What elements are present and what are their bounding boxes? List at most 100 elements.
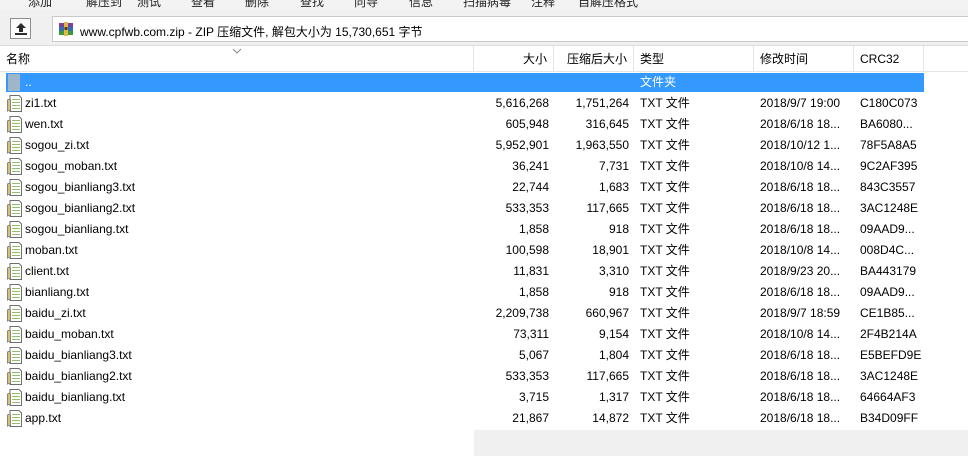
text-file-icon [7, 242, 22, 259]
file-type: TXT 文件 [640, 180, 690, 194]
toolbar-wizard-button[interactable]: 向导 [354, 0, 378, 10]
toolbar-view-button[interactable]: 查看 [191, 0, 215, 10]
file-crc: BA443179 [860, 264, 917, 278]
file-row[interactable]: app.txt 21,867 14,872 TXT 文件 2018/6/18 18...… [0, 408, 968, 429]
file-modified: 2018/9/7 18:59 [760, 306, 841, 320]
file-name: client.txt [25, 264, 70, 278]
text-file-icon [7, 347, 22, 364]
toolbar-test-button[interactable]: 测试 [137, 0, 161, 10]
file-row[interactable]: sogou_bianliang.txt 1,858 918 TXT 文件 2018/6/… [0, 219, 968, 240]
file-row[interactable]: sogou_bianliang2.txt 533,353 117,665 TXT 文件… [0, 198, 968, 219]
file-type: TXT 文件 [640, 243, 690, 257]
file-modified: 2018/6/18 18... [760, 348, 841, 362]
file-size: 100,598 [505, 243, 549, 257]
toolbar-virusscan-button[interactable]: 扫描病毒 [463, 0, 511, 10]
text-file-icon [7, 389, 22, 406]
file-modified: 2018/9/23 20... [760, 264, 841, 278]
toolbar: 添加 解压到 测试 查看 删除 查找 向导 信息 扫描病毒 注释 自解压格式 [0, 0, 968, 10]
toolbar-delete-button[interactable]: 删除 [245, 0, 269, 10]
file-row[interactable]: moban.txt 100,598 18,901 TXT 文件 2018/10/8 14… [0, 240, 968, 261]
file-row[interactable]: client.txt 11,831 3,310 TXT 文件 2018/9/23 20.… [0, 261, 968, 282]
file-row[interactable]: zi1.txt 5,616,268 1,751,264 TXT 文件 2018/9/7 … [0, 93, 968, 114]
file-crc: 2F4B214A [860, 327, 917, 341]
file-size: 21,867 [512, 411, 549, 425]
file-size: 533,353 [505, 369, 549, 383]
file-size: 605,948 [505, 117, 549, 131]
toolbar-sfx-button[interactable]: 自解压格式 [578, 0, 638, 10]
up-folder-button[interactable] [10, 18, 31, 39]
file-row[interactable]: baidu_bianliang.txt 3,715 1,317 TXT 文件 2018/… [0, 387, 968, 408]
path-field[interactable]: www.cpfwb.com.zip - ZIP 压缩文件, 解包大小为 15,7… [52, 16, 968, 42]
file-row[interactable]: sogou_moban.txt 36,241 7,731 TXT 文件 2018/10/… [0, 156, 968, 177]
file-modified: 2018/6/18 18... [760, 201, 841, 215]
file-row[interactable]: wen.txt 605,948 316,645 TXT 文件 2018/6/18 18.… [0, 114, 968, 135]
sort-chevron-icon [232, 48, 242, 54]
column-crc-label: CRC32 [860, 52, 900, 66]
file-modified: 2018/10/8 14... [760, 243, 841, 257]
file-name: sogou_moban.txt [25, 159, 118, 173]
file-name: baidu_bianliang.txt [25, 390, 126, 404]
file-name: app.txt [25, 411, 62, 425]
file-crc: 3AC1248E [860, 369, 919, 383]
archive-path-text: www.cpfwb.com.zip - ZIP 压缩文件, 解包大小为 15,7… [80, 25, 423, 39]
file-packed-size: 918 [608, 222, 629, 236]
file-name: zi1.txt [25, 96, 57, 110]
file-name: wen.txt [25, 117, 64, 131]
file-size: 1,858 [518, 222, 549, 236]
file-row[interactable]: baidu_moban.txt 73,311 9,154 TXT 文件 2018/10/… [0, 324, 968, 345]
text-file-icon [7, 410, 22, 427]
file-row[interactable]: baidu_zi.txt 2,209,738 660,967 TXT 文件 2018/9… [0, 303, 968, 324]
text-file-icon [7, 137, 22, 154]
file-type: TXT 文件 [640, 411, 690, 425]
file-row[interactable]: sogou_zi.txt 5,952,901 1,963,550 TXT 文件 2018… [0, 135, 968, 156]
file-type: TXT 文件 [640, 222, 690, 236]
text-file-icon [7, 284, 22, 301]
archive-icon [59, 22, 73, 36]
parent-folder-type: 文件夹 [640, 75, 677, 89]
file-crc: BA6080... [860, 117, 913, 131]
file-name: bianliang.txt [25, 285, 90, 299]
column-size-label: 大小 [522, 52, 547, 66]
toolbar-find-button[interactable]: 查找 [300, 0, 324, 10]
file-size: 3,715 [518, 390, 549, 404]
file-modified: 2018/6/18 18... [760, 180, 841, 194]
column-type[interactable]: 类型 [634, 46, 754, 72]
file-packed-size: 918 [608, 285, 629, 299]
file-name: sogou_bianliang.txt [25, 222, 129, 236]
file-row[interactable]: baidu_bianliang2.txt 533,353 117,665 TXT 文件… [0, 366, 968, 387]
parent-folder-row[interactable]: .. 文件夹 [0, 72, 968, 93]
toolbar-add-button[interactable]: 添加 [28, 0, 52, 10]
file-name: sogou_bianliang2.txt [25, 201, 136, 215]
file-packed-size: 316,645 [585, 117, 629, 131]
column-size[interactable]: 大小 [474, 46, 554, 72]
file-size: 36,241 [512, 159, 549, 173]
file-crc: 008D4C... [860, 243, 915, 257]
file-type: TXT 文件 [640, 390, 690, 404]
file-packed-size: 14,872 [592, 411, 629, 425]
file-crc: 9C2AF395 [860, 159, 918, 173]
file-type: TXT 文件 [640, 264, 690, 278]
column-modified[interactable]: 修改时间 [754, 46, 854, 72]
file-name: moban.txt [25, 243, 78, 257]
file-modified: 2018/6/18 18... [760, 117, 841, 131]
file-type: TXT 文件 [640, 327, 690, 341]
toolbar-extract-button[interactable]: 解压到 [86, 0, 122, 10]
file-type: TXT 文件 [640, 96, 690, 110]
column-crc[interactable]: CRC32 [854, 46, 924, 72]
toolbar-comment-button[interactable]: 注释 [531, 0, 555, 10]
file-packed-size: 3,310 [598, 264, 629, 278]
file-modified: 2018/10/8 14... [760, 327, 841, 341]
toolbar-info-button[interactable]: 信息 [409, 0, 433, 10]
file-row[interactable]: baidu_bianliang3.txt 5,067 1,804 TXT 文件 2018… [0, 345, 968, 366]
file-row[interactable]: bianliang.txt 1,858 918 TXT 文件 2018/6/18 18.… [0, 282, 968, 303]
file-packed-size: 660,967 [585, 306, 629, 320]
column-packed[interactable]: 压缩后大小 [554, 46, 634, 72]
file-name: baidu_moban.txt [25, 327, 114, 341]
file-row[interactable]: sogou_bianliang3.txt 22,744 1,683 TXT 文件 201… [0, 177, 968, 198]
file-packed-size: 7,731 [598, 159, 629, 173]
file-crc: CE1B85... [860, 306, 915, 320]
column-header: 名称 大小 压缩后大小 类型 修改时间 CRC32 [0, 46, 968, 72]
file-packed-size: 117,665 [586, 201, 630, 215]
up-arrow-icon [15, 23, 27, 35]
file-crc: B34D09FF [860, 411, 919, 425]
